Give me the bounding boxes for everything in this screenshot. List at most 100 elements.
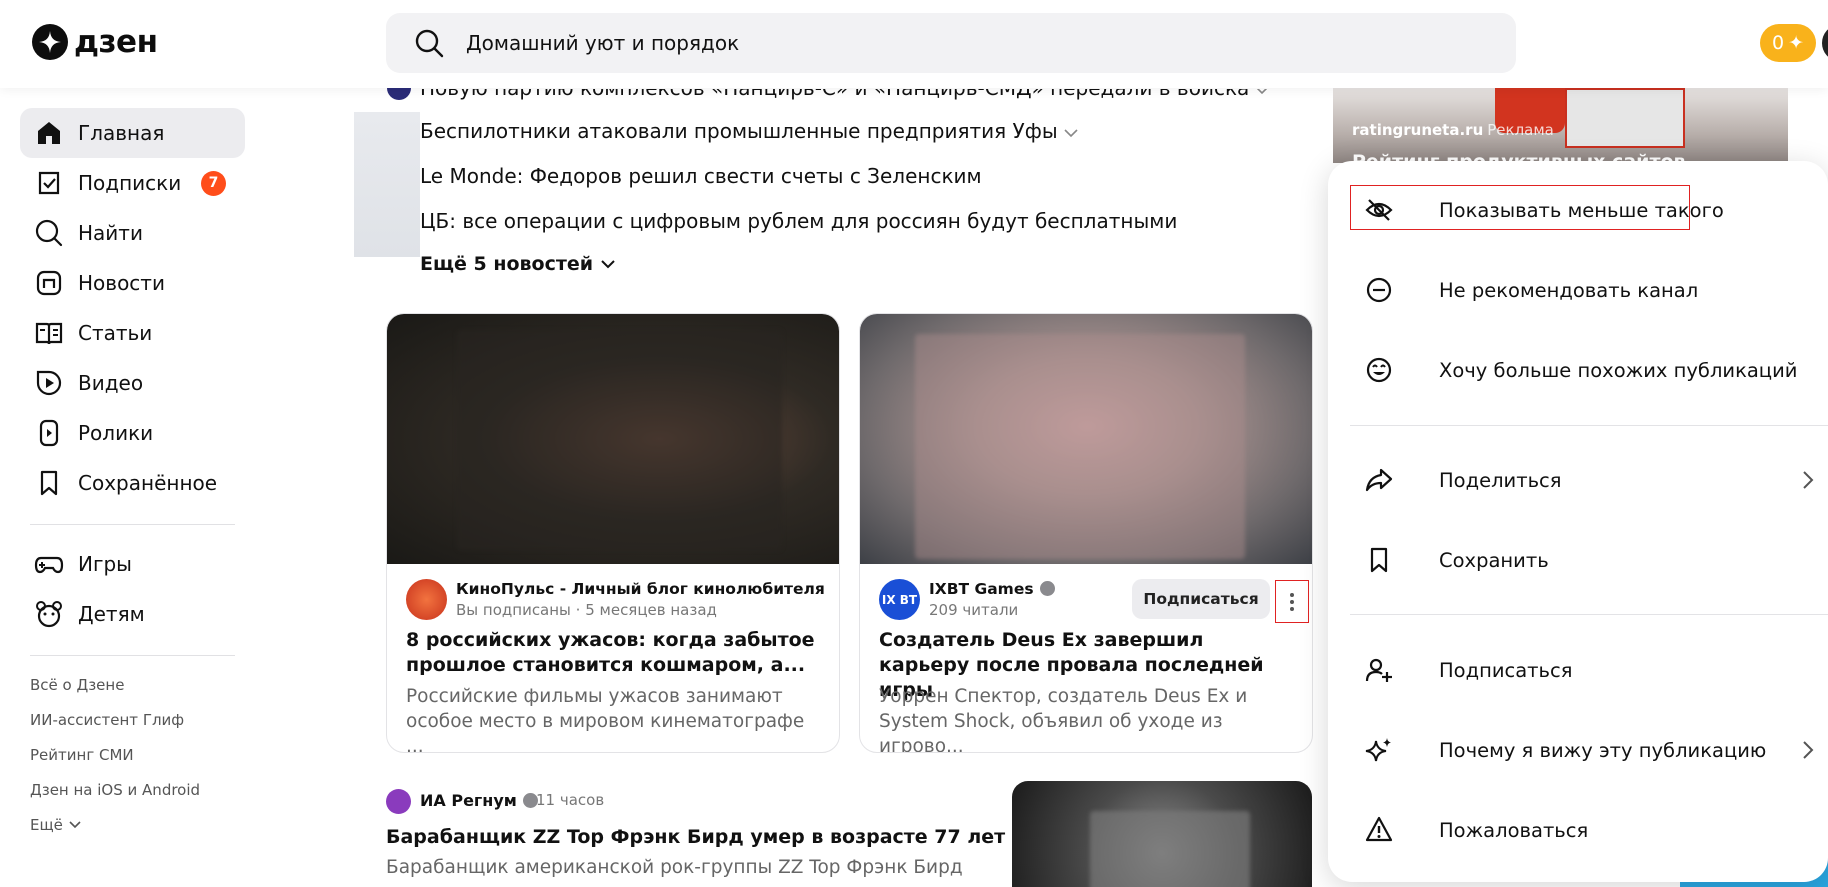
ad-source-name: ratingruneta.ru: [1352, 121, 1484, 139]
blurred-region: [1090, 811, 1250, 887]
channel-meta: 209 читали: [929, 601, 1019, 619]
logo[interactable]: дзен: [32, 24, 158, 60]
menu-divider: [1350, 614, 1828, 615]
menu-item-subscribe[interactable]: Подписаться: [1350, 640, 1810, 700]
sparkle-icon: [1365, 738, 1391, 762]
sidebar-item-label: Новости: [78, 271, 165, 295]
channel-avatar-text: IX BT: [881, 592, 918, 607]
search-bar[interactable]: Домашний уют и порядок: [386, 13, 1516, 73]
menu-item-label: Почему я вижу эту публикацию: [1439, 738, 1767, 762]
sidebar-divider: [30, 655, 235, 656]
menu-divider: [1350, 425, 1828, 426]
chevron-down-icon: [1064, 129, 1078, 138]
footer-link-about[interactable]: Всё о Дзене: [30, 676, 124, 694]
menu-item-save[interactable]: Сохранить: [1350, 530, 1810, 590]
article-snippet: Российские фильмы ужасов занимают особое…: [406, 686, 805, 753]
footer-more-button[interactable]: Ещё: [30, 816, 81, 834]
ad-source: ratingruneta.ru Реклама: [1352, 121, 1554, 139]
sidebar-item-label: Ролики: [78, 421, 154, 445]
sidebar-item-search[interactable]: Найти: [20, 208, 245, 258]
sidebar-item-games[interactable]: Игры: [20, 539, 245, 589]
kebab-icon: [1290, 592, 1294, 611]
sidebar: Главная Подписки 7 Найти Новости Статьи …: [0, 88, 260, 887]
menu-item-label: Хочу больше похожих публикаций: [1439, 358, 1798, 382]
logo-text: дзен: [74, 24, 158, 60]
search-input[interactable]: Домашний уют и порядок: [466, 31, 739, 55]
add-user-icon: [1365, 658, 1392, 682]
coins-sparkle-icon: ✦: [1788, 32, 1804, 54]
coins-count: 0: [1771, 32, 1785, 54]
articles-icon: [35, 322, 63, 345]
article-card[interactable]: IX BT IXBT Games 209 читали Подписаться …: [859, 313, 1313, 753]
subscriptions-icon: [38, 171, 60, 195]
channel-meta: Вы подписаны · 5 месяцев назад: [456, 601, 717, 619]
channel-name: ИА Регнум: [420, 791, 517, 810]
kids-icon: [36, 601, 62, 628]
sidebar-item-articles[interactable]: Статьи: [20, 308, 245, 358]
logo-star-icon: [32, 24, 68, 60]
sidebar-item-home[interactable]: Главная: [20, 108, 245, 158]
channel-avatar[interactable]: [406, 579, 447, 620]
news-item[interactable]: ЦБ: все операции с цифровым рублем для р…: [420, 209, 1177, 233]
news-item-text: ЦБ: все операции с цифровым рублем для р…: [420, 209, 1178, 233]
more-news-label: Ещё 5 новостей: [420, 253, 594, 275]
footer-link-apps[interactable]: Дзен на iOS и Android: [30, 781, 200, 799]
article-title[interactable]: 8 российских ужасов: когда забытое прошл…: [406, 628, 826, 678]
more-news-button[interactable]: Ещё 5 новостей: [420, 253, 615, 275]
article-card[interactable]: КиноПульс - Личный блог кинолюбителя Вы …: [386, 313, 840, 753]
sidebar-item-saved[interactable]: Сохранённое: [20, 458, 245, 508]
news-item-text: Беспилотники атаковали промышленные пред…: [420, 119, 1058, 143]
menu-item-show-less[interactable]: Показывать меньше такого: [1350, 180, 1810, 240]
post-title[interactable]: Барабанщик ZZ Top Фрэнк Бирд умер в возр…: [386, 826, 1005, 848]
menu-item-dont-recommend[interactable]: Не рекомендовать канал: [1350, 260, 1810, 320]
article-snippet: Уоррен Спектор, создатель Deus Ex и Syst…: [879, 686, 1248, 753]
sidebar-item-label: Статьи: [78, 321, 153, 345]
sidebar-item-subscriptions[interactable]: Подписки 7: [20, 158, 245, 208]
ad-banner[interactable]: ratingruneta.ru Реклама Рейтинг продуктив…: [1333, 88, 1788, 163]
profile-avatar[interactable]: [1822, 26, 1828, 60]
channel-name[interactable]: КиноПульс - Личный блог кинолюбителя: [456, 580, 825, 598]
article-image: [860, 314, 1312, 564]
menu-item-label: Подписаться: [1439, 658, 1573, 682]
eye-off-icon: [1365, 199, 1393, 221]
news-item[interactable]: Le Monde: Федоров решил свести счеты с З…: [420, 164, 982, 188]
sidebar-item-video[interactable]: Видео: [20, 358, 245, 408]
menu-item-report[interactable]: Пожаловаться: [1350, 800, 1810, 860]
notification-badge: 7: [201, 170, 226, 196]
news-item[interactable]: Беспилотники атаковали промышленные пред…: [420, 119, 1078, 143]
shorts-icon: [39, 419, 59, 447]
subscribe-button[interactable]: Подписаться: [1132, 579, 1270, 619]
menu-item-label: Поделиться: [1439, 468, 1562, 492]
menu-item-why-this[interactable]: Почему я вижу эту публикацию: [1350, 720, 1814, 780]
footer-link-rating[interactable]: Рейтинг СМИ: [30, 746, 134, 764]
channel-avatar[interactable]: IX BT: [879, 579, 920, 620]
menu-item-more-like-this[interactable]: Хочу больше похожих публикаций: [1350, 340, 1810, 400]
news-thumbnail: [354, 112, 420, 257]
coins-badge[interactable]: 0 ✦: [1760, 24, 1816, 62]
footer-more-label: Ещё: [30, 816, 63, 834]
blurred-region: [457, 330, 782, 550]
chevron-right-icon: [1803, 741, 1814, 759]
search-icon: [415, 29, 444, 58]
sidebar-item-kids[interactable]: Детям: [20, 589, 245, 639]
channel-name-wrap[interactable]: ИА Регнум: [420, 791, 538, 810]
sidebar-divider: [30, 524, 235, 525]
sidebar-item-label: Главная: [78, 121, 165, 145]
more-options-button[interactable]: [1275, 580, 1309, 623]
bookmark-icon: [40, 470, 58, 496]
bookmark-icon: [1370, 547, 1388, 573]
menu-item-share[interactable]: Поделиться: [1350, 450, 1814, 510]
search-icon: [35, 219, 63, 247]
news-item-text: Le Monde: Федоров решил свести счеты с З…: [420, 164, 982, 188]
channel-name: IXBT Games: [929, 580, 1034, 598]
menu-item-label: Не рекомендовать канал: [1439, 278, 1699, 302]
channel-avatar[interactable]: [386, 789, 411, 814]
channel-name-wrap[interactable]: IXBT Games: [929, 580, 1055, 598]
menu-item-label: Сохранить: [1439, 548, 1549, 572]
sidebar-item-shorts[interactable]: Ролики: [20, 408, 245, 458]
sidebar-item-label: Найти: [78, 221, 143, 245]
post-image[interactable]: [1012, 781, 1312, 887]
sidebar-item-news[interactable]: Новости: [20, 258, 245, 308]
footer-link-assistant[interactable]: ИИ-ассистент Глиф: [30, 711, 184, 729]
article-image: [387, 314, 839, 564]
